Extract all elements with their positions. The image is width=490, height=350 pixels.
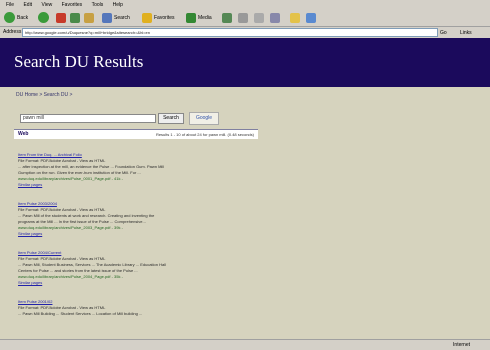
forward-arrow-icon[interactable]	[38, 12, 49, 23]
browser-toolbar: Back Search Favorites Media	[0, 10, 490, 27]
results-count: Results 1 - 10 of about 24 for pawn mill…	[155, 132, 254, 137]
search-input[interactable]: pawn mill	[20, 114, 156, 123]
back-button[interactable]: Back	[17, 12, 28, 24]
menu-file[interactable]: File	[6, 2, 14, 8]
search-button[interactable]: Search	[114, 12, 130, 24]
result-item: Item From the Duq. ... Archival Folio Fi…	[18, 152, 268, 188]
page-header: Search DU Results	[0, 38, 490, 87]
home-icon[interactable]	[84, 13, 94, 23]
result-title-link[interactable]: Item From the Duq. ... Archival Folio	[18, 152, 82, 157]
folder-icon[interactable]	[290, 13, 300, 23]
web-label: Web	[18, 131, 29, 137]
menu-bar: File Edit View Favorites Tools Help	[0, 0, 490, 10]
similar-pages-link[interactable]: Similar pages	[18, 182, 42, 187]
back-arrow-icon[interactable]	[4, 12, 15, 23]
mail-icon[interactable]	[238, 13, 248, 23]
address-input[interactable]: http://www.google.com/u/Duquesne?q=mill+…	[22, 28, 438, 37]
page-title: Search DU Results	[14, 52, 144, 71]
address-bar: Address http://www.google.com/u/Duquesne…	[0, 27, 490, 37]
messenger-icon[interactable]	[306, 13, 316, 23]
print-icon[interactable]	[254, 13, 264, 23]
menu-view[interactable]: View	[41, 2, 52, 8]
result-title-link[interactable]: Item Pulse 2004/Current	[18, 250, 61, 255]
breadcrumb[interactable]: DU Home > Search DU >	[16, 92, 72, 98]
result-item: Item Pulse 2004/Current File Format: PDF…	[18, 250, 268, 286]
result-title-link[interactable]: Item Pulse 2003/2004	[18, 201, 57, 206]
menu-help[interactable]: Help	[113, 2, 123, 8]
similar-pages-link[interactable]: Similar pages	[18, 231, 42, 236]
result-snippet: ... Pawn Mill Building ... Student Servi…	[18, 311, 143, 316]
menu-tools[interactable]: Tools	[92, 2, 104, 8]
media-icon[interactable]	[186, 13, 196, 23]
stop-icon[interactable]	[56, 13, 66, 23]
google-logo: Google	[189, 112, 219, 125]
address-label: Address	[3, 29, 22, 35]
edit-icon[interactable]	[270, 13, 280, 23]
result-title-link[interactable]: Item Pulse 2001/02	[18, 299, 52, 304]
refresh-icon[interactable]	[70, 13, 80, 23]
media-button[interactable]: Media	[198, 12, 212, 24]
results-list: Item From the Duq. ... Archival Folio Fi…	[18, 152, 268, 330]
menu-edit[interactable]: Edit	[23, 2, 32, 8]
status-bar: Internet	[0, 339, 490, 350]
result-item: Item Pulse 2003/2004 File Format: PDF/Ad…	[18, 201, 268, 237]
favorites-star-icon[interactable]	[142, 13, 152, 23]
history-icon[interactable]	[222, 13, 232, 23]
page-content: DU Home > Search DU > pawn mill Search G…	[0, 87, 490, 339]
result-item: Item Pulse 2001/02 File Format: PDF/Adob…	[18, 299, 268, 317]
links-button[interactable]: Links	[460, 28, 472, 38]
go-button[interactable]: Go	[440, 28, 447, 38]
similar-pages-link[interactable]: Similar pages	[18, 280, 42, 285]
menu-favorites[interactable]: Favorites	[62, 2, 83, 8]
results-summary-bar: Web Results 1 - 10 of about 24 for pawn …	[14, 129, 258, 139]
favorites-button[interactable]: Favorites	[154, 12, 175, 24]
search-icon[interactable]	[102, 13, 112, 23]
search-submit-button[interactable]: Search	[158, 113, 184, 124]
